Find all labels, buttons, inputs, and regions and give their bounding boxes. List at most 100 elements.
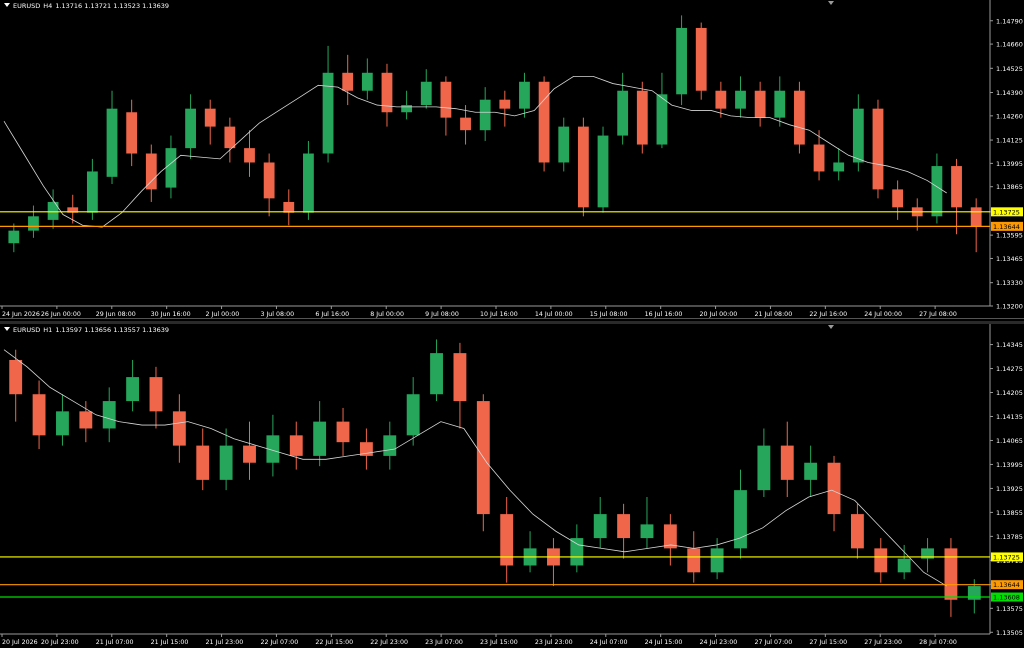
candle-body bbox=[774, 90, 786, 118]
pane-divider[interactable] bbox=[0, 318, 1024, 319]
y-tick-label: 1.14260 bbox=[996, 112, 1023, 120]
candle-body bbox=[460, 117, 471, 131]
x-tick-label: 28 Jul 07:00 bbox=[919, 639, 957, 646]
candle-body bbox=[47, 201, 59, 220]
x-tick-label: 24 Jun 2026 bbox=[2, 311, 40, 318]
y-tick-label: 1.14525 bbox=[996, 65, 1023, 73]
x-tick-label: 20 Jul 2026 bbox=[2, 639, 38, 646]
candle-body bbox=[322, 72, 334, 154]
candle-body bbox=[401, 105, 413, 113]
x-tick-label: 24 Jul 23:00 bbox=[700, 639, 738, 646]
candle-body bbox=[872, 108, 884, 190]
y-tick-label: 1.14205 bbox=[996, 389, 1023, 397]
candle-body bbox=[102, 401, 116, 429]
candle-body bbox=[519, 81, 530, 109]
h4-chart-title: EURUSD H4 1.13716 1.13721 1.13523 1.13639 bbox=[4, 2, 172, 10]
candle-body bbox=[687, 548, 701, 573]
x-tick-label: 23 Jul 07:00 bbox=[425, 639, 463, 646]
x-tick-label: 23 Jul 15:00 bbox=[480, 639, 518, 646]
h4-timeframe: H4 bbox=[43, 2, 53, 10]
candle-body bbox=[951, 166, 962, 208]
x-tick-label: 30 Jun 16:00 bbox=[151, 311, 191, 318]
candle-body bbox=[289, 435, 303, 456]
candle-body bbox=[813, 144, 825, 172]
candle-body bbox=[499, 99, 511, 109]
candle-body bbox=[577, 126, 589, 208]
candle-body bbox=[224, 126, 236, 149]
x-tick-label: 24 Jul 15:00 bbox=[645, 639, 683, 646]
y-tick-label: 1.13785 bbox=[996, 533, 1023, 541]
candle-body bbox=[244, 148, 255, 163]
candle-body bbox=[56, 411, 69, 436]
candle-body bbox=[172, 411, 186, 446]
y-tick-label: 1.14065 bbox=[996, 437, 1023, 445]
candle-body bbox=[9, 359, 23, 395]
y-tick-label: 1.14345 bbox=[996, 341, 1023, 349]
h1-chart-title: EURUSD H1 1.13597 1.13656 1.13557 1.13639 bbox=[4, 326, 172, 334]
candle-body bbox=[850, 514, 864, 549]
y-tick-label: 1.13505 bbox=[996, 629, 1023, 637]
candle-body bbox=[593, 514, 607, 539]
level-price-label: 1.13725 bbox=[993, 553, 1020, 561]
candle-body bbox=[32, 394, 46, 436]
level-price-label: 1.13644 bbox=[993, 223, 1020, 231]
candle-body bbox=[617, 514, 631, 539]
candle-body bbox=[453, 353, 467, 402]
chevron-down-icon[interactable] bbox=[4, 3, 10, 7]
x-tick-label: 24 Jul 07:00 bbox=[590, 639, 628, 646]
chart-background bbox=[0, 324, 1024, 648]
candle-body bbox=[735, 90, 746, 109]
y-tick-label: 1.13575 bbox=[996, 605, 1023, 613]
candle-body bbox=[126, 112, 138, 154]
x-tick-label: 29 Jun 08:00 bbox=[96, 311, 136, 318]
level-price-label: 1.13644 bbox=[993, 581, 1020, 589]
candle-body bbox=[165, 148, 177, 188]
x-tick-label: 23 Jul 23:00 bbox=[535, 639, 573, 646]
x-tick-label: 21 Jul 08:00 bbox=[754, 311, 792, 318]
candle-body bbox=[827, 462, 841, 515]
candle-body bbox=[313, 421, 327, 456]
candle-body bbox=[636, 90, 648, 145]
h1-timeframe: H1 bbox=[43, 326, 53, 334]
chevron-down-icon[interactable] bbox=[4, 327, 10, 331]
candle-body bbox=[538, 81, 550, 163]
candle-body bbox=[715, 90, 727, 109]
x-tick-label: 27 Jul 08:00 bbox=[919, 311, 957, 318]
candle-body bbox=[342, 72, 354, 91]
candle-body bbox=[897, 558, 911, 573]
x-tick-label: 10 Jul 16:00 bbox=[480, 311, 518, 318]
candle-body bbox=[500, 514, 514, 566]
candle-body bbox=[263, 162, 275, 199]
x-tick-label: 27 Jul 15:00 bbox=[809, 639, 847, 646]
candle-body bbox=[126, 377, 140, 402]
candle-body bbox=[804, 462, 818, 480]
candle-body bbox=[656, 94, 668, 145]
candle-body bbox=[283, 201, 295, 213]
y-tick-label: 1.13465 bbox=[996, 255, 1023, 263]
level-price-label: 1.13725 bbox=[993, 208, 1020, 216]
candle-body bbox=[640, 524, 654, 539]
candle-body bbox=[852, 108, 864, 163]
candle-body bbox=[361, 72, 373, 91]
candle-body bbox=[833, 162, 845, 172]
level-price-label: 1.13608 bbox=[993, 594, 1020, 602]
candle-body bbox=[874, 548, 888, 573]
candle-body bbox=[967, 586, 981, 600]
candle-body bbox=[336, 421, 350, 443]
candle-body bbox=[440, 81, 452, 118]
y-tick-label: 1.13995 bbox=[996, 461, 1023, 469]
candle-body bbox=[79, 411, 93, 429]
candle-body bbox=[86, 171, 98, 213]
h1-chart-canvas[interactable]: 1.14345 1.14275 1.14205 1.14135 1.14065 1.139… bbox=[0, 324, 1024, 648]
h4-chart-pane[interactable]: 1.14790 1.14660 1.14525 1.14390 1.14260 1.141… bbox=[0, 0, 1024, 318]
x-tick-label: 3 Jul 08:00 bbox=[260, 311, 294, 318]
h4-ohlc: 1.13716 1.13721 1.13523 1.13639 bbox=[55, 2, 170, 10]
candle-body bbox=[931, 166, 943, 217]
candle-body bbox=[185, 108, 196, 149]
candle-body bbox=[676, 27, 687, 95]
candle-body bbox=[597, 135, 609, 208]
h1-chart-pane[interactable]: 1.14345 1.14275 1.14205 1.14135 1.14065 1.139… bbox=[0, 324, 1024, 648]
h4-chart-canvas[interactable]: 1.14790 1.14660 1.14525 1.14390 1.14260 1.141… bbox=[0, 0, 1024, 318]
candle-body bbox=[944, 548, 958, 600]
candle-body bbox=[570, 538, 584, 566]
